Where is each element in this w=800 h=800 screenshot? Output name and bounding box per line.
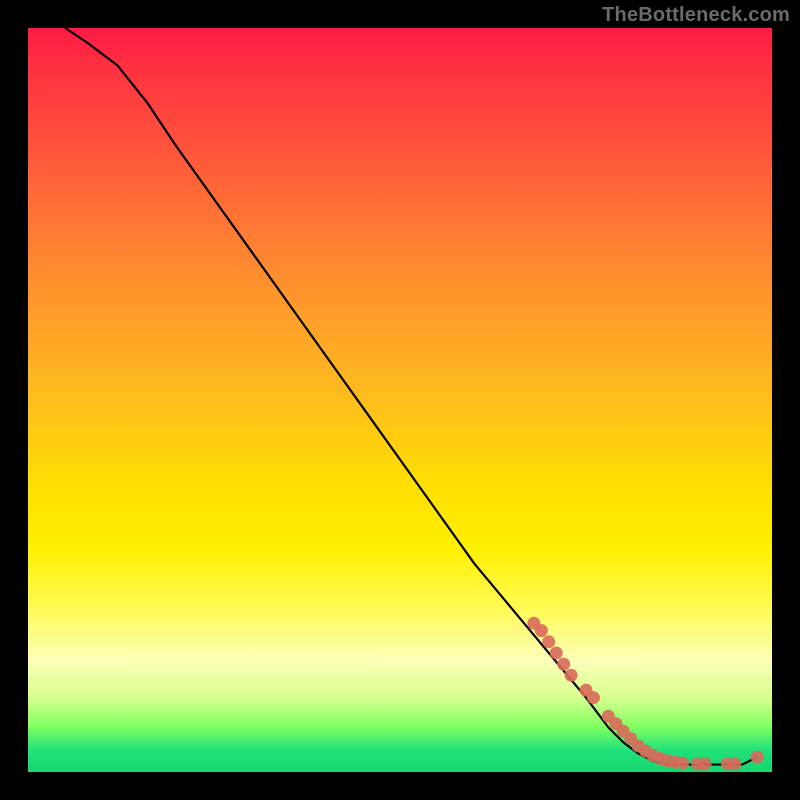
marker-dot — [542, 635, 555, 648]
highlight-markers — [527, 617, 763, 771]
marker-dot — [557, 658, 570, 671]
marker-dot — [676, 757, 689, 770]
marker-dot — [699, 757, 712, 770]
plot-area — [28, 28, 772, 772]
chart-container: TheBottleneck.com — [0, 0, 800, 800]
chart-overlay — [28, 28, 772, 772]
curve-line — [65, 28, 757, 765]
marker-dot — [751, 751, 764, 764]
marker-dot — [565, 669, 578, 682]
marker-dot — [550, 646, 563, 659]
marker-dot — [587, 691, 600, 704]
marker-dot — [728, 757, 741, 770]
watermark-label: TheBottleneck.com — [602, 4, 790, 27]
marker-dot — [535, 624, 548, 637]
